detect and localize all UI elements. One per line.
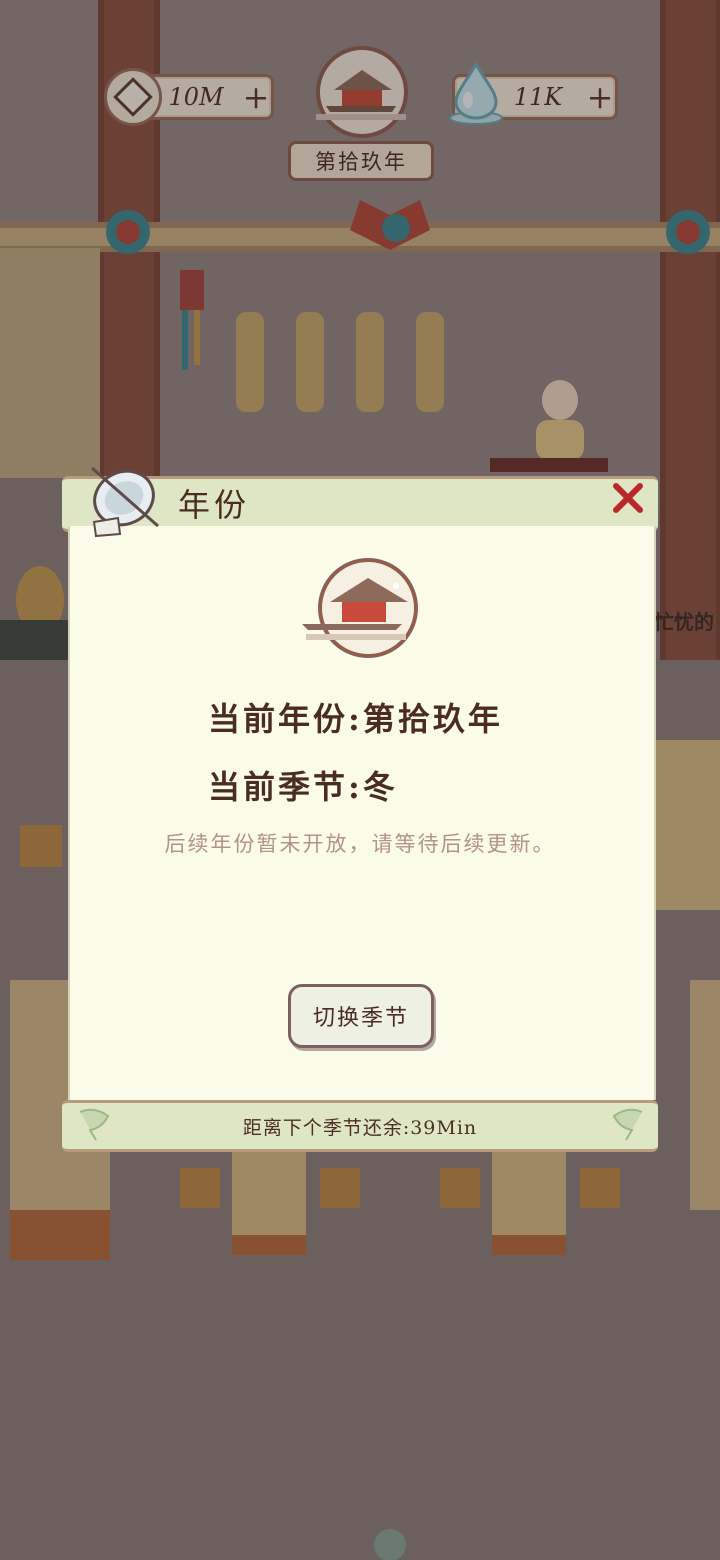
- background-sign-text: 忙忧的: [654, 610, 714, 634]
- update-note: 后续年份暂未开放，请等待后续更新。: [164, 832, 556, 856]
- year-emblem-icon[interactable]: [296, 46, 420, 146]
- current-year-label: 当前年份:: [208, 700, 363, 738]
- year-dialog: 距离下个季节还余:39Min 年份 当前年份:第拾玖年 当前季节:冬 后续年份暂…: [62, 466, 658, 1152]
- add-coins-plus-icon[interactable]: +: [241, 81, 271, 113]
- water-drop-icon: [449, 60, 503, 125]
- coin-icon: [104, 68, 162, 126]
- current-season-value: 冬: [362, 768, 398, 806]
- ginkgo-leaf-icon: [79, 1108, 110, 1141]
- year-badge[interactable]: 第拾玖年: [288, 141, 434, 181]
- ginkgo-leaf-icon: [612, 1108, 643, 1141]
- current-season-label: 当前季节:: [208, 768, 363, 806]
- coin-value: 10M: [168, 83, 224, 111]
- sundial-icon: [91, 466, 159, 538]
- close-icon[interactable]: [608, 478, 648, 518]
- switch-season-button[interactable]: 切换季节: [288, 984, 434, 1048]
- current-year-value: 第拾玖年: [362, 700, 503, 738]
- season-countdown: 距离下个季节还余:39Min: [62, 1100, 658, 1152]
- dialog-title: 年份: [178, 486, 251, 524]
- add-water-plus-icon[interactable]: +: [585, 81, 615, 113]
- pavilion-emblem-icon: [302, 558, 418, 658]
